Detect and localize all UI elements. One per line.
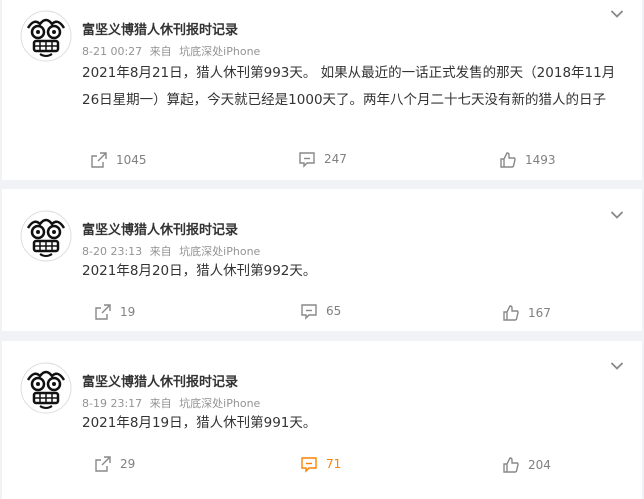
avatar-face-icon [20, 10, 72, 62]
repost-count: 19 [120, 305, 136, 319]
post-text: 2021年8月19日，猎人休刊第991天。 [82, 415, 317, 431]
avatar[interactable] [20, 362, 72, 414]
post-card: 富坚义博猎人休刊报时记录 8-19 23:17 来自 坑底深处iPhone 20… [2, 341, 642, 499]
post-source: 坑底深处iPhone [179, 45, 261, 58]
repost-count: 1045 [116, 153, 147, 167]
repost-button[interactable]: 1045 [90, 151, 147, 169]
post-time[interactable]: 8-19 23:17 [82, 397, 142, 410]
author-name[interactable]: 富坚义博猎人休刊报时记录 [82, 19, 238, 38]
like-count: 167 [528, 306, 551, 320]
post-meta: 8-21 00:27 来自 坑底深处iPhone [82, 43, 264, 59]
comment-count: 247 [324, 152, 347, 166]
avatar-face-icon [20, 362, 72, 414]
source-prefix: 来自 [149, 45, 172, 58]
repost-count: 29 [120, 457, 136, 471]
source-prefix: 来自 [149, 397, 172, 410]
like-button[interactable]: 167 [502, 304, 551, 322]
repost-icon [91, 152, 107, 168]
like-icon [503, 457, 519, 473]
avatar[interactable] [20, 10, 72, 62]
post-meta: 8-19 23:17 来自 坑底深处iPhone [82, 395, 264, 411]
comment-count: 65 [326, 304, 342, 318]
like-count: 204 [528, 458, 551, 472]
like-icon [503, 305, 519, 321]
chevron-down-icon [610, 10, 624, 18]
author-name[interactable]: 富坚义博猎人休刊报时记录 [82, 219, 238, 238]
comment-button[interactable]: 247 [298, 150, 347, 168]
repost-button[interactable]: 19 [94, 303, 135, 321]
like-count: 1493 [525, 153, 556, 167]
post-time[interactable]: 8-21 00:27 [82, 45, 142, 58]
comment-icon [299, 152, 315, 168]
post-time[interactable]: 8-20 23:13 [82, 245, 142, 258]
post-card: 富坚义博猎人休刊报时记录 8-20 23:13 来自 坑底深处iPhone 20… [2, 189, 642, 331]
comment-button[interactable]: 65 [300, 302, 341, 320]
comment-icon [301, 304, 317, 320]
repost-icon [95, 304, 111, 320]
more-menu-button[interactable] [610, 9, 624, 19]
avatar-face-icon [20, 210, 72, 262]
like-button[interactable]: 204 [502, 456, 551, 474]
source-prefix: 来自 [149, 245, 172, 258]
repost-icon [95, 456, 111, 472]
comment-button[interactable]: 71 [300, 455, 341, 473]
post-card: 富坚义博猎人休刊报时记录 8-21 00:27 来自 坑底深处iPhone 20… [2, 0, 642, 180]
post-source: 坑底深处iPhone [179, 245, 261, 258]
chevron-down-icon [610, 211, 624, 219]
author-name[interactable]: 富坚义博猎人休刊报时记录 [82, 371, 238, 390]
comment-count: 71 [326, 457, 342, 471]
like-button[interactable]: 1493 [499, 151, 556, 169]
more-menu-button[interactable] [610, 210, 624, 220]
post-source: 坑底深处iPhone [179, 397, 261, 410]
post-text: 2021年8月20日，猎人休刊第992天。 [82, 263, 317, 279]
avatar[interactable] [20, 210, 72, 262]
comment-icon [301, 457, 317, 473]
like-icon [500, 152, 516, 168]
repost-button[interactable]: 29 [94, 455, 135, 473]
post-text: 2021年8月21日，猎人休刊第993天。 如果从最近的一话正式发售的那天（20… [82, 65, 616, 108]
more-menu-button[interactable] [610, 361, 624, 371]
post-meta: 8-20 23:13 来自 坑底深处iPhone [82, 243, 264, 259]
chevron-down-icon [610, 362, 624, 370]
